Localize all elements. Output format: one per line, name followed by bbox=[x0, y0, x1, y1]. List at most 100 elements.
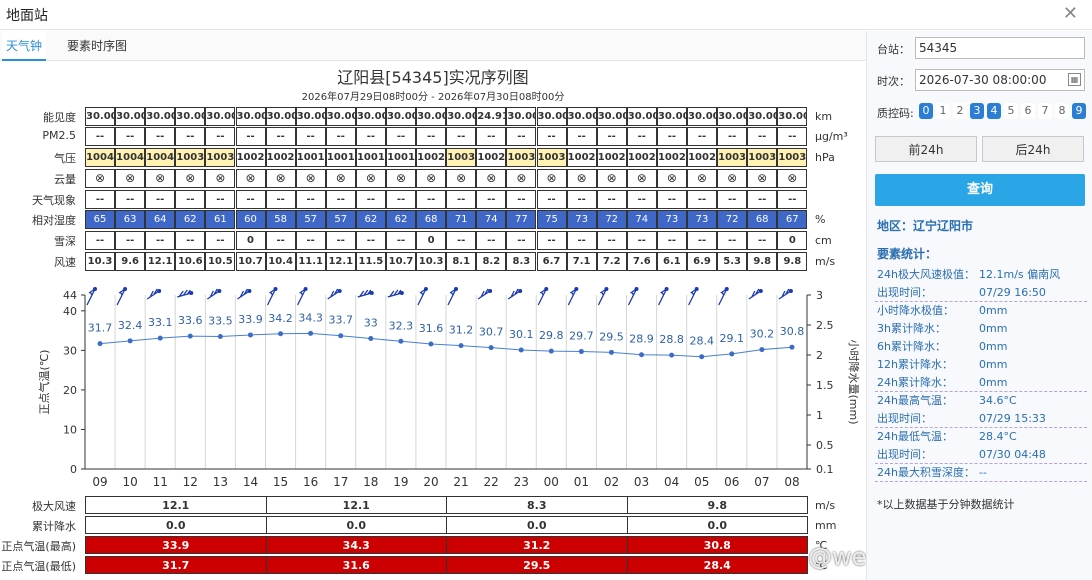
stat-item: 出现时间： 07/29 16:50 bbox=[875, 284, 1087, 302]
y-axis-title: 正点气温(℃) bbox=[37, 350, 51, 415]
grid-cell: -- bbox=[235, 127, 266, 146]
x-tick-label: 11 bbox=[153, 475, 168, 489]
chart-subtitle: 2026年07月29日08时00分 - 2026年07月30日08时00分 bbox=[301, 92, 565, 103]
qc-code[interactable]: 8 bbox=[1055, 103, 1069, 119]
stat-cell: 31.6 bbox=[265, 556, 447, 574]
grid-cell: ⊗ bbox=[747, 169, 778, 188]
grid-cell: -- bbox=[747, 127, 778, 146]
qc-code[interactable]: 2 bbox=[953, 103, 967, 119]
qc-code[interactable]: 7 bbox=[1038, 103, 1052, 119]
grid-cell: ⊗ bbox=[416, 169, 447, 188]
grid-cell: 61 bbox=[205, 210, 236, 229]
temperature-value-label: 31.7 bbox=[88, 322, 113, 335]
temperature-point bbox=[97, 341, 103, 347]
calendar-icon[interactable]: ▦ bbox=[1068, 73, 1081, 86]
station-label: 台站： bbox=[877, 43, 910, 56]
grid-cell: -- bbox=[476, 190, 507, 209]
grid-cell: 1004 bbox=[85, 148, 115, 167]
stat-value: 28.4°C bbox=[979, 430, 1017, 443]
title-bar: 地面站 ✕ bbox=[0, 0, 1092, 30]
grid-cell: ⊗ bbox=[265, 169, 296, 188]
query-button[interactable]: 查询 bbox=[875, 174, 1085, 206]
y-tick-label: 44 bbox=[63, 289, 77, 302]
grid-cell: 30.00 bbox=[85, 107, 115, 126]
grid-cell: 30.00 bbox=[626, 107, 657, 126]
grid-cell: 8.1 bbox=[446, 252, 477, 271]
stat-key: 小时降水极值： bbox=[877, 304, 954, 317]
next-24h-button[interactable]: 后24h bbox=[982, 136, 1084, 162]
stat-label: 正点气温(最高) bbox=[1, 540, 76, 553]
grid-cell: -- bbox=[115, 231, 146, 250]
grid-cell: 11.5 bbox=[355, 252, 386, 271]
stat-key: 24h累计降水： bbox=[877, 376, 953, 389]
wind-barb-icon bbox=[357, 289, 374, 298]
prev-24h-button[interactable]: 前24h bbox=[875, 136, 977, 162]
tab-element-timeseries[interactable]: 要素时序图 bbox=[63, 31, 131, 61]
grid-cell: 24.91 bbox=[476, 107, 507, 126]
row-label: 雪深 bbox=[54, 235, 76, 248]
qc-code[interactable]: 1 bbox=[936, 103, 950, 119]
grid-cell: -- bbox=[536, 127, 567, 146]
stat-item: 24h累计降水： 0mm bbox=[875, 374, 1087, 392]
y-tick-label: 0 bbox=[70, 463, 77, 476]
stat-item: 24h最低气温： 28.4°C bbox=[875, 428, 1087, 446]
wind-barb-icon bbox=[387, 289, 404, 298]
qc-code[interactable]: 5 bbox=[1004, 103, 1018, 119]
close-icon[interactable]: ✕ bbox=[1063, 3, 1078, 24]
grid-cell: -- bbox=[295, 231, 326, 250]
station-input[interactable]: 54345 bbox=[915, 37, 1085, 59]
y-tick-label: 40 bbox=[63, 305, 77, 318]
wind-barb-icon bbox=[567, 287, 579, 306]
grid-cell: 6.7 bbox=[536, 252, 567, 271]
grid-cell: -- bbox=[656, 190, 687, 209]
grid-cell: 30.00 bbox=[446, 107, 477, 126]
qc-code[interactable]: 4 bbox=[987, 103, 1001, 119]
grid-cell: 1003 bbox=[506, 148, 537, 167]
grid-cell: ⊗ bbox=[386, 169, 416, 188]
grid-cell: 30.00 bbox=[687, 107, 717, 126]
temperature-value-label: 33.1 bbox=[148, 316, 173, 329]
qc-code[interactable]: 0 bbox=[919, 103, 933, 119]
row-label: 风速 bbox=[54, 256, 76, 269]
grid-cell: 1002 bbox=[596, 148, 627, 167]
tab-weather-clock[interactable]: 天气钟 bbox=[2, 31, 47, 61]
time-input[interactable]: 2026-07-30 08:00:00 ▦ bbox=[915, 69, 1085, 91]
grid-cell: 0 bbox=[235, 231, 266, 250]
grid-cell: 73 bbox=[656, 210, 687, 229]
grid-cell: -- bbox=[446, 231, 477, 250]
y-tick-label: 10 bbox=[63, 423, 77, 436]
x-tick-label: 15 bbox=[273, 475, 288, 489]
grid-cell: 30.00 bbox=[355, 107, 386, 126]
stat-key: 24h最大积雪深度： bbox=[877, 466, 975, 479]
stat-unit: m/s bbox=[815, 499, 836, 512]
grid-cell: 57 bbox=[295, 210, 326, 229]
qc-code[interactable]: 6 bbox=[1021, 103, 1035, 119]
grid-cell: -- bbox=[355, 127, 386, 146]
y2-tick-label: 0.5 bbox=[816, 439, 834, 452]
temperature-point bbox=[247, 332, 253, 338]
wind-barb-icon bbox=[447, 287, 458, 306]
x-tick-label: 05 bbox=[694, 475, 709, 489]
x-tick-label: 01 bbox=[574, 475, 589, 489]
row-label: 相对湿度 bbox=[32, 214, 76, 227]
wind-barb-icon bbox=[597, 287, 609, 306]
temperature-point bbox=[308, 330, 314, 336]
wind-barb-icon bbox=[627, 287, 639, 306]
row-unit: hPa bbox=[815, 151, 835, 164]
grid-cell: ⊗ bbox=[536, 169, 567, 188]
grid-cell: -- bbox=[566, 190, 597, 209]
grid-cell: -- bbox=[386, 127, 416, 146]
grid-cell: 77 bbox=[506, 210, 537, 229]
temperature-value-label: 31.2 bbox=[449, 324, 474, 337]
main-panel: 辽阳县[54345]实况序列图 2026年07月29日08时00分 - 2026… bbox=[0, 62, 1043, 580]
qc-code[interactable]: 9 bbox=[1072, 103, 1086, 119]
temperature-point bbox=[729, 351, 735, 357]
qc-code[interactable]: 3 bbox=[970, 103, 984, 119]
grid-cell: -- bbox=[205, 190, 236, 209]
temperature-value-label: 28.4 bbox=[689, 335, 714, 348]
grid-cell: -- bbox=[325, 231, 356, 250]
grid-cell: -- bbox=[145, 231, 176, 250]
temperature-value-label: 34.2 bbox=[268, 312, 293, 325]
grid-cell: -- bbox=[506, 190, 537, 209]
stat-item: 6h累计降水： 0mm bbox=[875, 338, 1087, 356]
